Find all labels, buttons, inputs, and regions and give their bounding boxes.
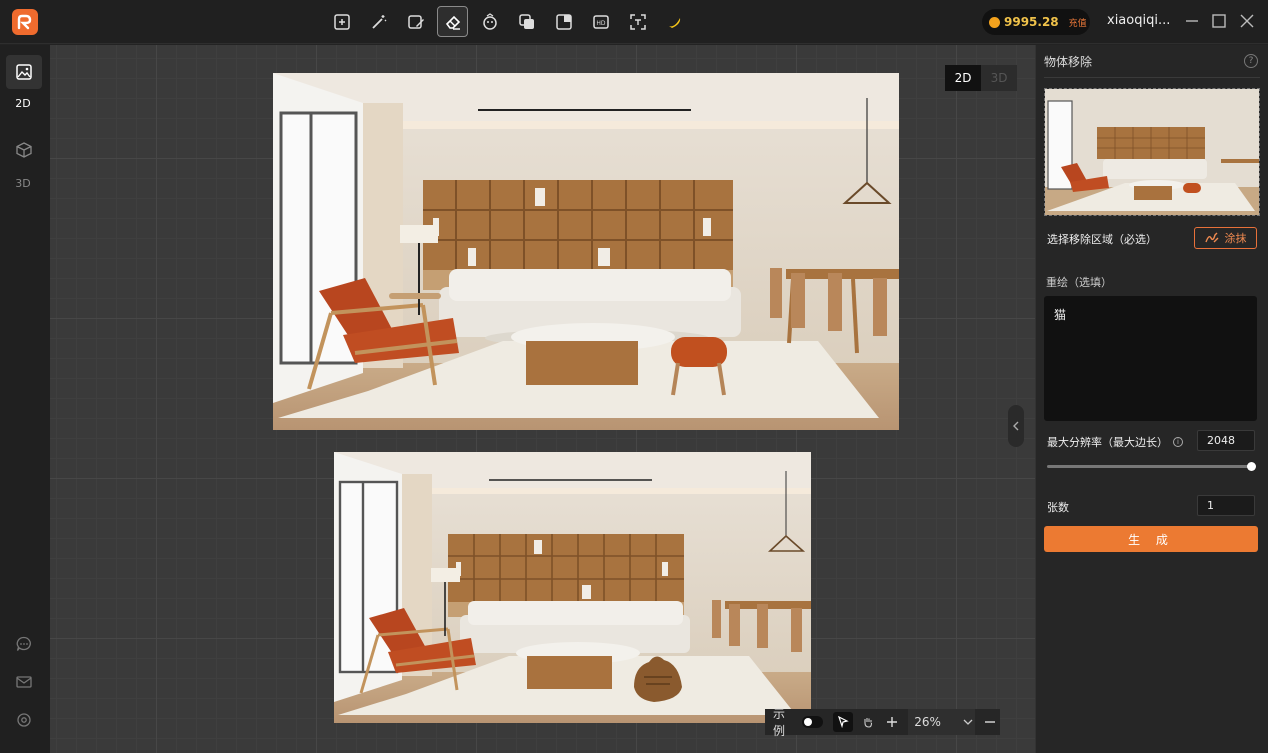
toggle-3d[interactable]: 3D [981, 65, 1017, 91]
source-image[interactable] [273, 73, 899, 430]
example-label: 示例 [773, 707, 786, 738]
select-region-label: 选择移除区域（必选） [1047, 233, 1157, 246]
minimize-icon[interactable] [1183, 12, 1201, 30]
banana-icon[interactable] [659, 6, 690, 37]
collapse-panel-button[interactable] [1008, 405, 1024, 447]
magic-wand-icon[interactable] [363, 6, 394, 37]
coin-icon [989, 16, 1000, 28]
redraw-label: 重绘（选填） [1046, 276, 1112, 289]
image-icon [16, 64, 32, 80]
mode-2d-label: 2D [15, 97, 31, 110]
zoom-select[interactable]: 26% [908, 709, 976, 735]
scan-text-icon[interactable] [622, 6, 653, 37]
count-label: 张数 [1047, 501, 1069, 514]
svg-text:HD: HD [596, 20, 606, 27]
pointer-icon[interactable] [833, 712, 853, 732]
help-icon[interactable]: ? [1244, 54, 1258, 68]
right-panel: 物体移除 ? 选择移除区域（必选） 涂抹 重绘（选填） 猫 最大分辨率（最大边长… [1035, 45, 1268, 753]
canvas-bottom-toolbar: 示例 26% [765, 707, 1000, 738]
crop-icon[interactable] [548, 6, 579, 37]
chevron-down-icon [963, 719, 973, 725]
resolution-label-row: 最大分辨率（最大边长） i [1047, 434, 1183, 450]
info-icon[interactable]: i [1173, 437, 1183, 447]
mask-preview[interactable] [1044, 88, 1260, 216]
hd-icon[interactable]: HD [585, 6, 616, 37]
mail-icon[interactable] [6, 665, 42, 699]
maximize-icon[interactable] [1210, 12, 1228, 30]
zoom-level: 26% [914, 715, 941, 729]
example-toggle[interactable] [801, 716, 824, 728]
resolution-slider[interactable] [1047, 462, 1256, 471]
expand-image-icon[interactable] [326, 6, 357, 37]
image-edit-icon[interactable] [400, 6, 431, 37]
panel-title: 物体移除 [1044, 55, 1093, 69]
username[interactable]: xiaoqiqi... [1107, 13, 1170, 28]
app-logo [12, 9, 38, 35]
mode-3d-label: 3D [15, 177, 31, 190]
settings-icon[interactable] [6, 703, 42, 737]
redraw-prompt-input[interactable]: 猫 [1044, 296, 1257, 421]
dimension-toggle[interactable]: 2D 3D [945, 65, 1017, 91]
toggle-2d[interactable]: 2D [945, 65, 981, 91]
top-bar: HD 9995.28 充值 xiaoqiqi... [0, 0, 1268, 44]
app-window: HD 9995.28 充值 xiaoqiqi... 2D 3D 2D 3D 示例… [0, 0, 1268, 753]
close-icon[interactable] [1238, 12, 1256, 30]
brush-icon [1204, 232, 1218, 243]
divider [1044, 77, 1260, 78]
generate-button[interactable]: 生 成 [1044, 526, 1258, 552]
zoom-out-icon[interactable] [980, 712, 1000, 732]
canvas-area[interactable]: 2D 3D 示例 26% [50, 45, 1035, 753]
result-image[interactable] [334, 452, 811, 723]
layers-icon[interactable] [511, 6, 542, 37]
credits-amount: 9995.28 [1004, 15, 1059, 29]
credits-badge[interactable]: 9995.28 充值 [982, 9, 1090, 35]
eraser-icon[interactable] [437, 6, 468, 37]
hand-icon[interactable] [858, 712, 878, 732]
mode-2d-button[interactable] [6, 55, 42, 89]
slider-handle[interactable] [1247, 462, 1256, 471]
chat-icon[interactable] [6, 627, 42, 661]
mode-3d-button[interactable] [6, 133, 42, 167]
resolution-label: 最大分辨率（最大边长） [1047, 436, 1168, 449]
tool-bar: HD [326, 6, 690, 38]
count-input[interactable]: 1 [1197, 495, 1255, 516]
left-rail: 2D 3D [0, 45, 50, 753]
cube-icon [16, 142, 32, 158]
face-swap-icon[interactable] [474, 6, 505, 37]
resolution-input[interactable]: 2048 [1197, 430, 1255, 451]
recharge-link[interactable]: 充值 [1069, 16, 1087, 29]
smear-label: 涂抹 [1224, 232, 1247, 245]
zoom-in-icon[interactable] [883, 712, 903, 732]
chevron-left-icon [1013, 421, 1019, 431]
smear-button[interactable]: 涂抹 [1194, 227, 1257, 249]
